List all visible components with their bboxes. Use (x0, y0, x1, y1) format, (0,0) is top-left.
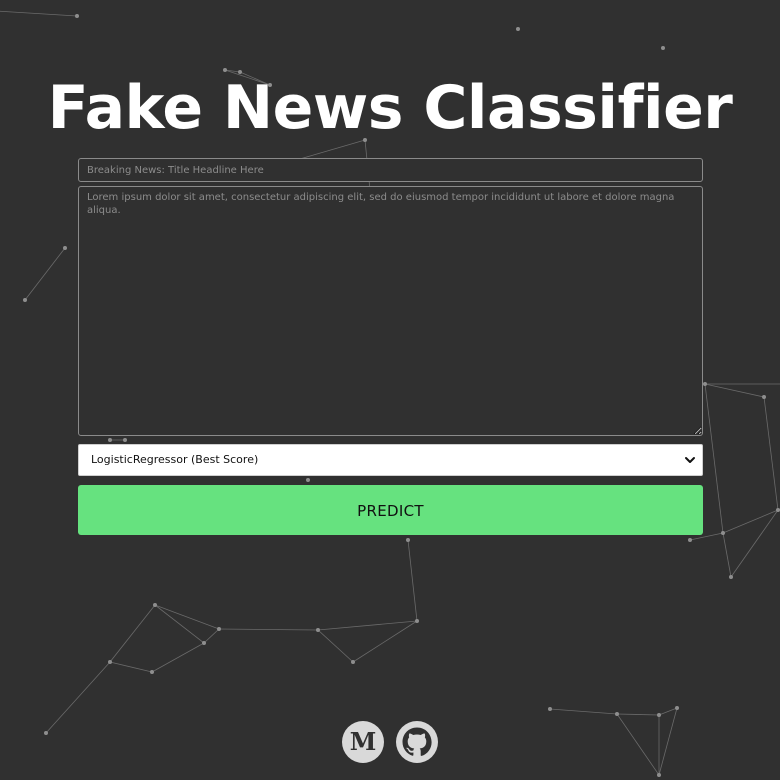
network-node (675, 706, 679, 710)
network-node (75, 14, 79, 18)
network-node (123, 438, 127, 442)
network-node (516, 27, 520, 31)
network-edge (0, 10, 78, 17)
page-background: Fake News Classifier LogisticRegressor (… (0, 0, 780, 780)
network-edge (704, 383, 765, 398)
network-node (548, 707, 552, 711)
page-title: Fake News Classifier (47, 73, 733, 143)
network-edge (154, 604, 220, 630)
network-edge (722, 532, 732, 578)
network-node (661, 46, 665, 50)
network-node (217, 627, 221, 631)
network-node (316, 628, 320, 632)
network-node (202, 641, 206, 645)
network-node (703, 382, 707, 386)
network-edge (549, 708, 618, 715)
network-node (153, 603, 157, 607)
network-node (615, 712, 619, 716)
network-node (776, 508, 780, 512)
network-edge (109, 661, 153, 673)
network-edge (24, 247, 66, 301)
network-node (688, 538, 692, 542)
medium-link[interactable]: M (342, 721, 384, 763)
network-node (108, 438, 112, 442)
network-edge (616, 713, 660, 716)
network-edge (317, 629, 354, 663)
network-node (351, 660, 355, 664)
network-edge (704, 383, 724, 534)
network-edge (658, 707, 678, 776)
article-body-textarea[interactable] (78, 186, 703, 436)
network-edge (151, 642, 205, 673)
network-edge (109, 604, 156, 663)
network-node (657, 773, 661, 777)
network-node (729, 575, 733, 579)
network-node (23, 298, 27, 302)
predict-button[interactable]: PREDICT (78, 485, 703, 535)
model-select-value: LogisticRegressor (Best Score) (91, 453, 259, 466)
network-node (406, 538, 410, 542)
network-node (44, 731, 48, 735)
network-edge (352, 620, 418, 663)
network-edge (407, 539, 418, 622)
model-select[interactable]: LogisticRegressor (Best Score) (78, 444, 703, 476)
headline-input[interactable] (78, 158, 703, 182)
network-edge (218, 628, 319, 631)
chevron-down-icon (685, 457, 695, 463)
network-edge (317, 620, 418, 631)
network-node (108, 660, 112, 664)
network-node (762, 395, 766, 399)
network-edge (45, 661, 111, 734)
network-edge (203, 628, 220, 644)
network-edge (763, 396, 779, 511)
network-node (415, 619, 419, 623)
github-link[interactable] (396, 721, 438, 763)
network-node (63, 246, 67, 250)
medium-icon: M (349, 727, 377, 756)
github-icon (402, 727, 432, 756)
network-edge (658, 707, 678, 716)
network-node (657, 713, 661, 717)
network-node (306, 478, 310, 482)
network-edge (154, 604, 205, 644)
network-node (150, 670, 154, 674)
network-node (721, 531, 725, 535)
network-edge (616, 713, 660, 776)
